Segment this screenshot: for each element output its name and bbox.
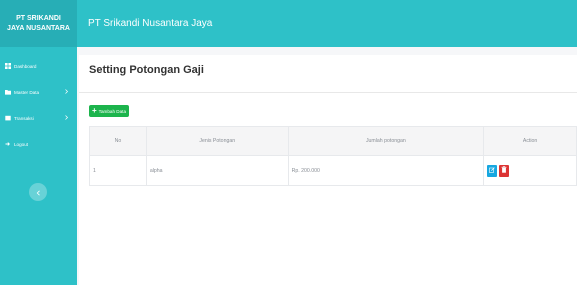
brand-line-1: PT SRIKANDI (16, 14, 61, 22)
add-data-label: Tambah Data (98, 108, 126, 114)
logout-icon (4, 141, 11, 148)
edit-button[interactable] (487, 164, 498, 177)
column-header-no: No (89, 126, 147, 156)
cell-jenis-potongan: alpha (145, 155, 289, 186)
trash-icon (501, 166, 507, 175)
chevron-right-icon (65, 115, 68, 121)
plus-icon: + (92, 106, 97, 115)
sidebar-toggle-button[interactable] (29, 183, 47, 201)
sidebar-item-label: Dashboard (14, 63, 37, 69)
chevron-left-icon (36, 183, 41, 201)
table-header-row: No Jenis Potongan Jumlah potongan Action (89, 126, 577, 156)
column-header-jumlah-potongan: Jumlah potongan (287, 126, 485, 156)
delete-button[interactable] (499, 164, 510, 177)
add-data-button[interactable]: + Tambah Data (89, 105, 129, 117)
table-row: 1 alpha Rp. 200.000 (89, 155, 577, 186)
sidebar-item-logout[interactable]: Logout (0, 131, 77, 157)
sidebar-item-dashboard[interactable]: Dashboard (0, 53, 77, 79)
content-card: Setting Potongan Gaji + Tambah Data No J… (79, 55, 577, 285)
cart-icon (4, 115, 11, 122)
dashboard-icon (4, 63, 11, 70)
company-title: PT Srikandi Nusantara Jaya (88, 18, 213, 29)
top-header: PT Srikandi Nusantara Jaya (77, 0, 577, 47)
column-header-action: Action (483, 126, 577, 156)
chevron-right-icon (65, 89, 68, 95)
cell-no: 1 (89, 155, 147, 186)
sidebar: PT SRIKANDI JAYA NUSANTARA Dashboard Mas… (0, 0, 77, 285)
sidebar-nav: Dashboard Master Data Transaksi Logout (0, 47, 77, 157)
sidebar-item-label: Master Data (14, 89, 40, 95)
sidebar-item-label: Transaksi (14, 115, 34, 121)
action-buttons (487, 164, 510, 177)
brand-logo[interactable]: PT SRIKANDI JAYA NUSANTARA (0, 0, 77, 47)
main-content: Setting Potongan Gaji + Tambah Data No J… (77, 47, 577, 285)
cell-action (483, 155, 577, 186)
divider (79, 92, 577, 93)
folder-icon (4, 89, 11, 96)
page-title: Setting Potongan Gaji (89, 64, 204, 76)
cell-jumlah-potongan: Rp. 200.000 (287, 155, 485, 186)
column-header-jenis-potongan: Jenis Potongan (145, 126, 289, 156)
deduction-table: No Jenis Potongan Jumlah potongan Action… (89, 126, 577, 186)
sidebar-item-master-data[interactable]: Master Data (0, 79, 77, 105)
sidebar-item-transaksi[interactable]: Transaksi (0, 105, 77, 131)
sidebar-item-label: Logout (14, 141, 29, 147)
edit-icon (489, 166, 495, 175)
brand-line-2: JAYA NUSANTARA (7, 24, 70, 32)
